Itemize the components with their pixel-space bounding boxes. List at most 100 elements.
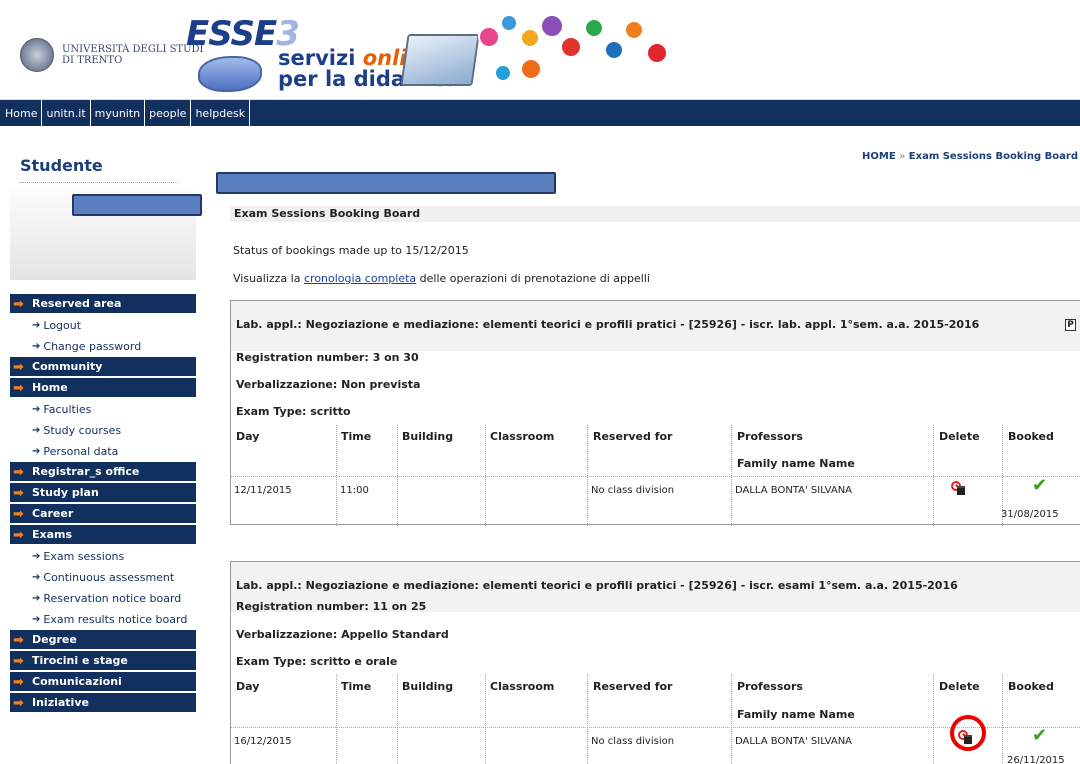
- history-link[interactable]: cronologia completa: [304, 272, 416, 285]
- sidebar-item-label: Reserved area: [32, 297, 122, 310]
- top-nav: Home unitn.it myunitn people helpdesk: [0, 100, 1080, 126]
- arrow-right-icon: ➔: [32, 320, 41, 331]
- sidebar-subitem-logout[interactable]: ➔ Logout: [10, 315, 196, 336]
- arrow-right-icon: ➡: [13, 528, 24, 543]
- sidebar-subitem-faculties[interactable]: ➔ Faculties: [10, 399, 196, 420]
- sidebar-item-registrar-s-office[interactable]: ➡ Registrar_s office: [10, 462, 196, 483]
- sidebar-subitem-change-password[interactable]: ➔ Change password: [10, 336, 196, 357]
- divider: [731, 675, 732, 764]
- sidebar-item-label: Change password: [43, 340, 142, 353]
- cell-professor: DALLA BONTA' SILVANA: [735, 736, 853, 747]
- divider: [1002, 675, 1003, 764]
- redacted-username: [72, 194, 202, 216]
- sidebar-item-tirocini-e-stage[interactable]: ➡ Tirocini e stage: [10, 651, 196, 672]
- sidebar-item-community[interactable]: ➡ Community: [10, 357, 196, 378]
- bubble-icon: [646, 42, 668, 64]
- arrow-right-icon: ➡: [13, 696, 24, 711]
- divider: [587, 675, 588, 764]
- table-header: Day Time Building Classroom Reserved for…: [231, 425, 1080, 470]
- bubble-icon: [500, 14, 518, 32]
- laptop-icon: [400, 34, 480, 86]
- sidebar-item-iniziative[interactable]: ➡ Iniziative: [10, 693, 196, 714]
- arrow-right-icon: ➡: [13, 381, 24, 396]
- col-time: Time: [341, 430, 372, 443]
- col-family: Family name Name: [737, 457, 855, 470]
- verbalizzazione: Verbalizzazione: Appello Standard: [236, 628, 449, 641]
- sidebar-subitem-continuous-assessment[interactable]: ➔ Continuous assessment: [10, 567, 196, 588]
- bubble-icon: [560, 36, 582, 58]
- sidebar-subitem-exam-sessions[interactable]: ➔ Exam sessions: [10, 546, 196, 567]
- status-text: Status of bookings made up to 15/12/2015: [233, 244, 469, 257]
- breadcrumb: HOME » Exam Sessions Booking Board: [862, 151, 1078, 162]
- topnav-myunitn[interactable]: myunitn: [91, 100, 146, 126]
- registration-number: Registration number: 11 on 25: [236, 600, 427, 613]
- print-icon[interactable]: P: [1065, 319, 1076, 331]
- sidebar-item-label: Study plan: [32, 486, 99, 499]
- sidebar-item-comunicazioni[interactable]: ➡ Comunicazioni: [10, 672, 196, 693]
- bubble-icon: [540, 14, 564, 38]
- sidebar-item-career[interactable]: ➡ Career: [10, 504, 196, 525]
- arrow-right-icon: ➡: [13, 486, 24, 501]
- sidebar-item-label: Reservation notice board: [43, 592, 182, 605]
- col-reserved: Reserved for: [593, 430, 673, 443]
- cell-day: 16/12/2015: [234, 736, 292, 747]
- sidebar-item-label: Tirocini e stage: [32, 654, 128, 667]
- university-seal-icon: [20, 38, 54, 72]
- cell-reserved: No class division: [591, 736, 675, 747]
- arrow-right-icon: ➡: [13, 675, 24, 690]
- university-name: UNIVERSITÀ DEGLI STUDI DI TRENTO: [62, 44, 204, 66]
- sidebar-item-label: Registrar_s office: [32, 465, 140, 478]
- sidebar-subitem-personal-data[interactable]: ➔ Personal data: [10, 441, 196, 462]
- trash-icon: [957, 486, 965, 495]
- sidebar-item-label: Career: [32, 507, 74, 520]
- topnav-unitn[interactable]: unitn.it: [42, 100, 91, 126]
- course-title: Lab. appl.: Negoziazione e mediazione: e…: [236, 318, 980, 331]
- topnav-people[interactable]: people: [145, 100, 192, 126]
- breadcrumb-separator: »: [899, 151, 906, 162]
- sidebar-item-degree[interactable]: ➡ Degree: [10, 630, 196, 651]
- verbalizzazione: Verbalizzazione: Non prevista: [236, 378, 421, 391]
- sidebar-subitem-study-courses[interactable]: ➔ Study courses: [10, 420, 196, 441]
- col-reserved: Reserved for: [593, 680, 673, 693]
- history-pre: Visualizza la: [233, 272, 304, 285]
- bubble-icon: [624, 20, 644, 40]
- sidebar-item-exams[interactable]: ➡ Exams: [10, 525, 196, 546]
- university-logo[interactable]: UNIVERSITÀ DEGLI STUDI DI TRENTO: [20, 38, 204, 72]
- arrow-right-icon: ➔: [32, 404, 41, 415]
- delete-booking-icon[interactable]: [951, 481, 967, 495]
- arrow-right-icon: ➔: [32, 341, 41, 352]
- col-booked: Booked: [1008, 430, 1054, 443]
- sidebar-item-label: Continuous assessment: [43, 571, 175, 584]
- booked-check-icon: ✔: [1032, 725, 1048, 746]
- sidebar-title: Studente: [20, 156, 103, 175]
- divider: [485, 675, 486, 764]
- divider: [336, 675, 337, 764]
- breadcrumb-home[interactable]: HOME: [862, 151, 896, 162]
- sidebar-subitem-reservation-notice-board[interactable]: ➔ Reservation notice board: [10, 588, 196, 609]
- topnav-helpdesk[interactable]: helpdesk: [191, 100, 251, 126]
- sidebar-subitem-exam-results-notice-board[interactable]: ➔ Exam results notice board: [10, 609, 196, 630]
- arrow-right-icon: ➔: [32, 614, 41, 625]
- col-booked: Booked: [1008, 680, 1054, 693]
- highlight-circle: [950, 715, 986, 751]
- registration-number: Registration number: 3 on 30: [236, 351, 419, 364]
- sidebar-item-label: Comunicazioni: [32, 675, 122, 688]
- topnav-home[interactable]: Home: [0, 100, 43, 126]
- sidebar-item-label: Home: [32, 381, 68, 394]
- sidebar-item-home[interactable]: ➡ Home: [10, 378, 196, 399]
- arrow-right-icon: ➡: [13, 360, 24, 375]
- cell-day: 12/11/2015: [234, 485, 292, 496]
- sidebar-item-label: Personal data: [43, 445, 119, 458]
- sidebar-item-reserved-area[interactable]: ➡ Reserved area: [10, 294, 196, 315]
- cell-booked-date: 31/08/2015: [1001, 509, 1059, 520]
- breadcrumb-current: Exam Sessions Booking Board: [908, 151, 1078, 162]
- sidebar-item-study-plan[interactable]: ➡ Study plan: [10, 483, 196, 504]
- mouse-icon: [198, 56, 262, 92]
- sidebar-item-label: Exam results notice board: [43, 613, 188, 626]
- cell-booked-date: 26/11/2015: [1007, 755, 1065, 764]
- col-delete: Delete: [939, 430, 980, 443]
- divider: [231, 476, 1080, 477]
- sidebar-menu: ➡ Reserved area ➔ Logout ➔ Change password ➡ Co…: [10, 294, 196, 714]
- history-post: delle operazioni di prenotazione di appe…: [416, 272, 650, 285]
- divider: [20, 182, 178, 183]
